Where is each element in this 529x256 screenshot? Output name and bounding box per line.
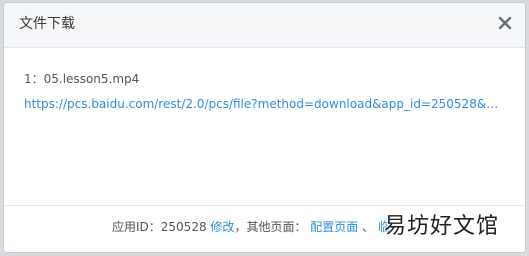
file-item: 1：05.lesson5.mp4 xyxy=(24,71,505,87)
close-icon[interactable] xyxy=(497,15,513,31)
app-id-label: 应用ID：250528 xyxy=(112,220,207,234)
file-index: 1： xyxy=(24,72,44,86)
separator: 、 xyxy=(362,220,375,234)
dialog-body: 1：05.lesson5.mp4 https://pcs.baidu.com/r… xyxy=(24,71,505,112)
dialog-header: 文件下载 xyxy=(4,3,525,48)
dialog-footer: 应用ID：250528 修改，其他页面： 配置页面 、 临 易坊好文馆 xyxy=(4,205,525,252)
footer-info: 应用ID：250528 修改，其他页面： 配置页面 、 临 xyxy=(112,219,390,235)
download-link[interactable]: https://pcs.baidu.com/rest/2.0/pcs/file?… xyxy=(24,96,502,112)
modify-link[interactable]: 修改 xyxy=(210,220,234,234)
dialog-title: 文件下载 xyxy=(19,16,75,32)
other-pages-label: ，其他页面： xyxy=(234,220,307,234)
file-name: 05.lesson5.mp4 xyxy=(43,72,140,86)
config-page-link[interactable]: 配置页面 xyxy=(310,220,358,234)
file-download-dialog: 文件下载 1：05.lesson5.mp4 https://pcs.baidu.… xyxy=(3,2,526,253)
watermark: 易坊好文馆 xyxy=(383,214,499,239)
